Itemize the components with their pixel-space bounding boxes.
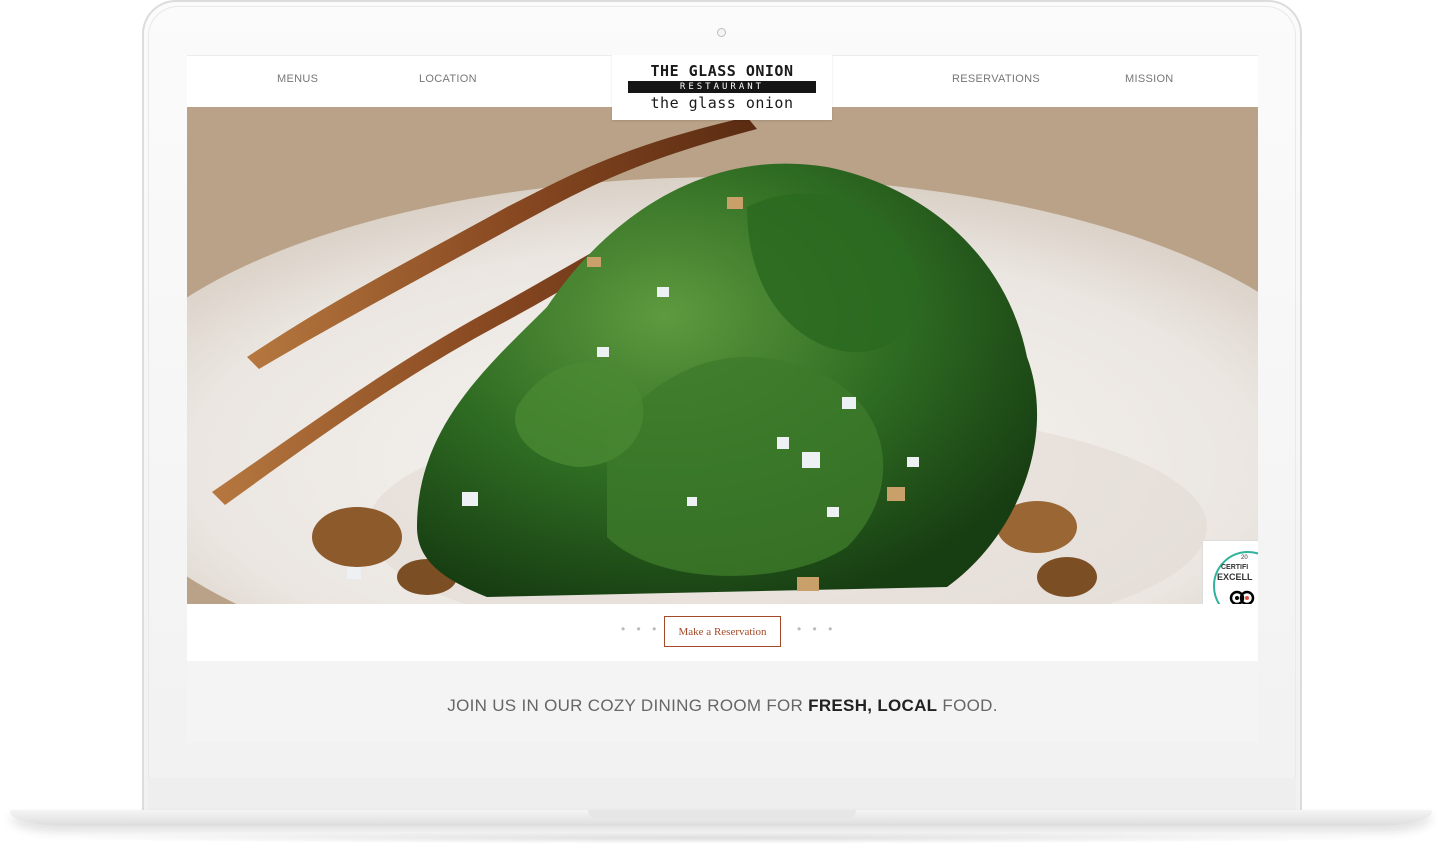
laptop-shadow — [60, 832, 1380, 844]
tagline-emphasis: FRESH, LOCAL — [808, 696, 938, 715]
camera-icon — [717, 28, 726, 37]
badge-year: 20 — [1241, 555, 1248, 561]
tripadvisor-badge[interactable]: 20 CERTIFI EXCELL tripad — [1202, 540, 1258, 604]
make-reservation-button[interactable]: Make a Reservation — [664, 616, 781, 647]
salad-dish-illustration — [187, 107, 1258, 604]
logo-band: RESTAURANT — [628, 81, 816, 93]
logo-title: THE GLASS ONION — [650, 62, 794, 80]
reservation-row: • • • Make a Reservation • • • — [187, 604, 1258, 661]
badge-line-2: EXCELL — [1217, 572, 1253, 582]
tagline-start: JOIN US IN OUR COZY DINING ROOM FOR — [447, 696, 809, 715]
laptop-chin — [148, 778, 1296, 812]
logo-lowercase-title: the glass onion — [650, 94, 794, 112]
laptop-notch — [588, 810, 856, 819]
website-screen: MENUS LOCATION RESERVATIONS MISSION THE … — [187, 55, 1258, 743]
nav-mission[interactable]: MISSION — [1125, 73, 1174, 85]
tagline: JOIN US IN OUR COZY DINING ROOM FOR FRES… — [187, 696, 1258, 716]
site-logo[interactable]: THE GLASS ONION RESTAURANT the glass oni… — [612, 55, 832, 120]
owl-icon — [1229, 588, 1255, 604]
tagline-end: FOOD. — [937, 696, 998, 715]
hero-image: 20 CERTIFI EXCELL tripad — [187, 107, 1258, 604]
logo-subtitle: RESTAURANT — [679, 82, 765, 92]
right-dots: • • • — [797, 622, 837, 636]
nav-reservations[interactable]: RESERVATIONS — [952, 73, 1040, 85]
left-dots: • • • — [621, 622, 661, 636]
tagline-section: JOIN US IN OUR COZY DINING ROOM FOR FRES… — [187, 661, 1258, 743]
nav-menus[interactable]: MENUS — [277, 73, 318, 85]
badge-line-1: CERTIFI — [1221, 564, 1249, 571]
nav-location[interactable]: LOCATION — [419, 73, 477, 85]
